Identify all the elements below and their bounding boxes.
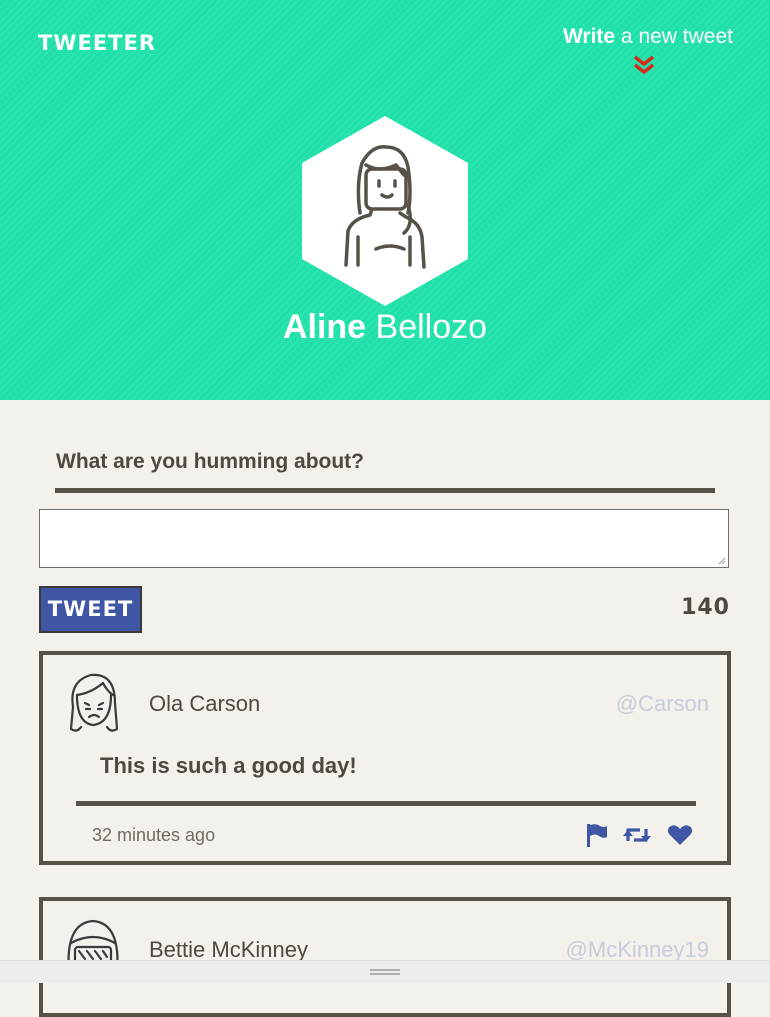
profile-avatar <box>302 116 468 306</box>
prompt-divider <box>55 488 715 493</box>
profile-header: TWEETER Write a new tweet Aline Bellozo <box>0 0 770 400</box>
write-link-bold: Write <box>562 25 616 48</box>
user-avatar-icon <box>69 673 119 732</box>
profile-first-name: Aline <box>282 308 367 346</box>
resize-bar[interactable] <box>0 960 770 983</box>
profile-name: Aline Bellozo <box>0 308 770 347</box>
profile-last-name: Bellozo <box>366 308 488 346</box>
double-chevron-down-icon[interactable] <box>632 54 656 76</box>
app-logo[interactable]: TWEETER <box>38 31 156 55</box>
tweet-divider <box>76 801 696 806</box>
write-new-tweet-link[interactable]: Write a new tweet <box>563 25 733 49</box>
tweet-timestamp: 32 minutes ago <box>92 825 216 845</box>
tweet-actions <box>585 823 693 847</box>
char-counter: 140 <box>681 595 730 620</box>
retweet-icon[interactable] <box>623 825 651 845</box>
main-content: What are you humming about? TWEET 140 Ol… <box>0 400 770 1017</box>
flag-icon[interactable] <box>585 823 607 847</box>
resize-grip-icon[interactable] <box>718 557 726 565</box>
drag-handle-icon[interactable] <box>370 969 400 975</box>
write-link-rest: a new tweet <box>615 25 733 48</box>
tweet-text: This is such a good day! <box>100 753 357 778</box>
heart-icon[interactable] <box>667 824 693 846</box>
tweet-card: Bettie McKinney @McKinney19 <box>39 897 731 1017</box>
tweet-textarea[interactable] <box>39 509 729 568</box>
tweet-author-name[interactable]: Ola Carson <box>149 691 260 717</box>
tweet-button[interactable]: TWEET <box>39 586 142 633</box>
composer-prompt: What are you humming about? <box>56 450 364 473</box>
tweet-card: Ola Carson @Carson This is such a good d… <box>39 651 731 865</box>
tweet-author-handle[interactable]: @Carson <box>616 691 709 717</box>
